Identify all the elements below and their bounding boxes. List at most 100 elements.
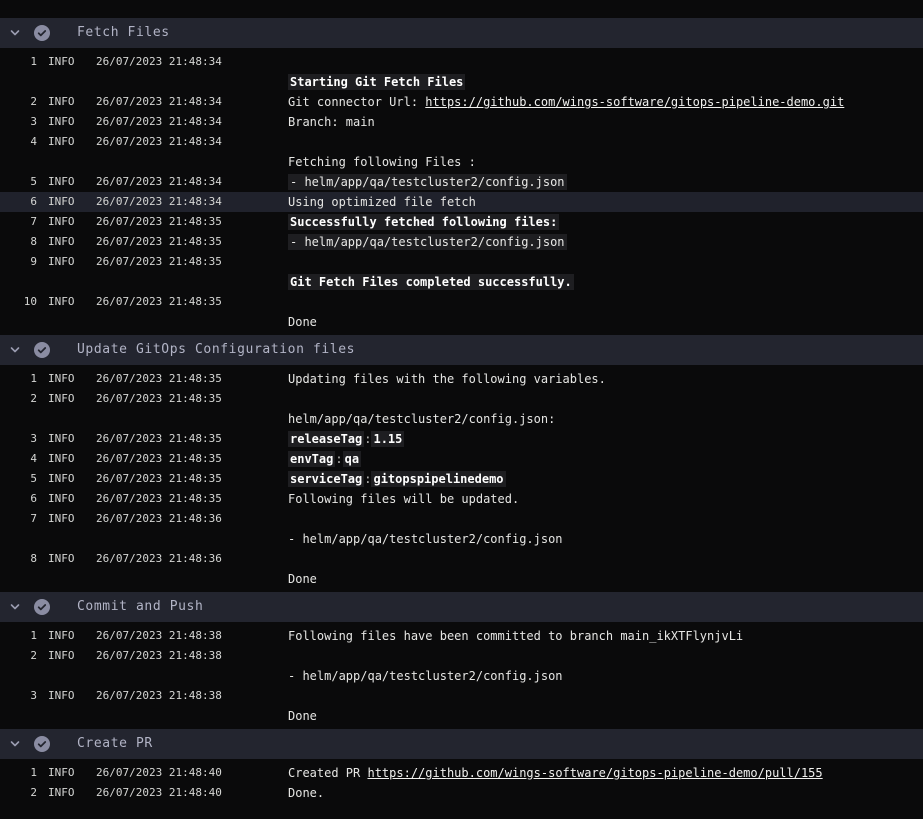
log-timestamp: 26/07/2023 21:48:34 xyxy=(85,52,288,72)
log-message: Git Fetch Files completed successfully. xyxy=(288,252,923,292)
log-line[interactable]: 9INFO26/07/2023 21:48:35Git Fetch Files … xyxy=(0,252,923,292)
line-number[interactable]: 2 xyxy=(0,646,37,666)
line-number[interactable]: 4 xyxy=(0,132,37,152)
section-log-lines: 1INFO26/07/2023 21:48:35Updating files w… xyxy=(0,365,923,592)
log-message-row: - helm/app/qa/testcluster2/config.json xyxy=(288,666,923,686)
log-line[interactable]: 5INFO26/07/2023 21:48:35serviceTag:gitop… xyxy=(0,469,923,489)
section-header-update-gitops-configuration-files[interactable]: Update GitOps Configuration files xyxy=(0,335,923,365)
line-number[interactable]: 1 xyxy=(0,369,37,389)
line-number[interactable]: 4 xyxy=(0,449,37,469)
line-number[interactable]: 6 xyxy=(0,192,37,212)
log-line[interactable]: 10INFO26/07/2023 21:48:35Done xyxy=(0,292,923,332)
pipeline-log-console: Fetch Files1INFO26/07/2023 21:48:34Start… xyxy=(0,18,923,806)
line-number[interactable]: 3 xyxy=(0,112,37,132)
log-link[interactable]: https://github.com/wings-software/gitops… xyxy=(367,766,822,780)
log-line[interactable]: 3INFO26/07/2023 21:48:38Done xyxy=(0,686,923,726)
line-number[interactable]: 3 xyxy=(0,686,37,706)
log-level: INFO xyxy=(37,429,85,449)
log-text: 1.15 xyxy=(371,431,404,447)
log-level: INFO xyxy=(37,626,85,646)
log-line[interactable]: 8INFO26/07/2023 21:48:36Done xyxy=(0,549,923,589)
log-line[interactable]: 4INFO26/07/2023 21:48:34Fetching followi… xyxy=(0,132,923,172)
chevron-down-icon[interactable] xyxy=(9,344,21,356)
log-message: Created PR https://github.com/wings-soft… xyxy=(288,763,923,783)
log-line[interactable]: 1INFO26/07/2023 21:48:34Starting Git Fet… xyxy=(0,52,923,92)
log-message-row: Following files have been committed to b… xyxy=(288,626,923,646)
line-number[interactable]: 5 xyxy=(0,172,37,192)
line-number[interactable]: 9 xyxy=(0,252,37,272)
log-line[interactable]: 8INFO26/07/2023 21:48:35- helm/app/qa/te… xyxy=(0,232,923,252)
log-line[interactable]: 7INFO26/07/2023 21:48:36- helm/app/qa/te… xyxy=(0,509,923,549)
log-line[interactable]: 4INFO26/07/2023 21:48:35envTag:qa xyxy=(0,449,923,469)
log-line[interactable]: 2INFO26/07/2023 21:48:38- helm/app/qa/te… xyxy=(0,646,923,686)
log-message-row: envTag:qa xyxy=(288,449,923,469)
log-level: INFO xyxy=(37,292,85,312)
line-number[interactable]: 1 xyxy=(0,763,37,783)
chevron-down-icon[interactable] xyxy=(9,738,21,750)
log-section-update-gitops-configuration-files: Update GitOps Configuration files1INFO26… xyxy=(0,335,923,592)
log-text: Starting Git Fetch Files xyxy=(288,74,465,90)
log-timestamp: 26/07/2023 21:48:36 xyxy=(85,549,288,569)
line-number[interactable]: 3 xyxy=(0,429,37,449)
section-header-create-pr[interactable]: Create PR xyxy=(0,729,923,759)
log-section-commit-and-push: Commit and Push 1INFO26/07/2023 21:48:38F… xyxy=(0,592,923,729)
line-number[interactable]: 2 xyxy=(0,92,37,112)
log-message-row: Starting Git Fetch Files xyxy=(288,72,923,92)
log-text: Following files have been committed to b… xyxy=(288,629,743,643)
log-message-row xyxy=(288,389,923,409)
log-link[interactable]: https://github.com/wings-software/gitops… xyxy=(425,95,844,109)
log-text: releaseTag xyxy=(288,431,364,447)
log-message-row: Branch: main xyxy=(288,112,923,132)
section-log-lines: 1INFO26/07/2023 21:48:34Starting Git Fet… xyxy=(0,48,923,335)
log-message-row: Using optimized file fetch xyxy=(288,192,923,212)
section-header-commit-and-push[interactable]: Commit and Push xyxy=(0,592,923,622)
log-line[interactable]: 2INFO26/07/2023 21:48:40Done. xyxy=(0,783,923,803)
log-message: Updating files with the following variab… xyxy=(288,369,923,389)
line-number[interactable]: 8 xyxy=(0,549,37,569)
log-timestamp: 26/07/2023 21:48:40 xyxy=(85,763,288,783)
log-level: INFO xyxy=(37,112,85,132)
log-level: INFO xyxy=(37,369,85,389)
log-timestamp: 26/07/2023 21:48:35 xyxy=(85,489,288,509)
log-text: Done xyxy=(288,572,317,586)
log-line[interactable]: 6INFO26/07/2023 21:48:34Using optimized … xyxy=(0,192,923,212)
log-line[interactable]: 7INFO26/07/2023 21:48:35Successfully fet… xyxy=(0,212,923,232)
log-message-row: - helm/app/qa/testcluster2/config.json xyxy=(288,172,923,192)
log-line[interactable]: 6INFO26/07/2023 21:48:35Following files … xyxy=(0,489,923,509)
line-number[interactable]: 7 xyxy=(0,212,37,232)
log-timestamp: 26/07/2023 21:48:34 xyxy=(85,172,288,192)
log-text: Done xyxy=(288,709,317,723)
log-text: Created PR xyxy=(288,766,367,780)
log-timestamp: 26/07/2023 21:48:38 xyxy=(85,626,288,646)
chevron-down-icon[interactable] xyxy=(9,27,21,39)
success-check-icon xyxy=(34,736,50,752)
log-timestamp: 26/07/2023 21:48:36 xyxy=(85,509,288,529)
log-timestamp: 26/07/2023 21:48:35 xyxy=(85,469,288,489)
line-number[interactable]: 2 xyxy=(0,389,37,409)
log-line[interactable]: 3INFO26/07/2023 21:48:34Branch: main xyxy=(0,112,923,132)
log-line[interactable]: 1INFO26/07/2023 21:48:38Following files … xyxy=(0,626,923,646)
log-line[interactable]: 5INFO26/07/2023 21:48:34- helm/app/qa/te… xyxy=(0,172,923,192)
chevron-down-icon[interactable] xyxy=(9,601,21,613)
log-line[interactable]: 3INFO26/07/2023 21:48:35releaseTag:1.15 xyxy=(0,429,923,449)
line-number[interactable]: 5 xyxy=(0,469,37,489)
log-text: serviceTag xyxy=(288,471,364,487)
success-check-icon xyxy=(34,599,50,615)
section-title: Fetch Files xyxy=(77,18,170,48)
log-message: - helm/app/qa/testcluster2/config.json xyxy=(288,232,923,252)
log-level: INFO xyxy=(37,549,85,569)
line-number[interactable]: 1 xyxy=(0,626,37,646)
section-header-fetch-files[interactable]: Fetch Files xyxy=(0,18,923,48)
log-line[interactable]: 1INFO26/07/2023 21:48:35Updating files w… xyxy=(0,369,923,389)
log-line[interactable]: 2INFO26/07/2023 21:48:34Git connector Ur… xyxy=(0,92,923,112)
log-line[interactable]: 1INFO26/07/2023 21:48:40Created PR https… xyxy=(0,763,923,783)
log-line[interactable]: 2INFO26/07/2023 21:48:35helm/app/qa/test… xyxy=(0,389,923,429)
line-number[interactable]: 10 xyxy=(0,292,37,312)
line-number[interactable]: 2 xyxy=(0,783,37,803)
log-message-row: serviceTag:gitopspipelinedemo xyxy=(288,469,923,489)
log-section-create-pr: Create PR 1INFO26/07/2023 21:48:40Created… xyxy=(0,729,923,806)
line-number[interactable]: 1 xyxy=(0,52,37,72)
line-number[interactable]: 6 xyxy=(0,489,37,509)
line-number[interactable]: 8 xyxy=(0,232,37,252)
line-number[interactable]: 7 xyxy=(0,509,37,529)
